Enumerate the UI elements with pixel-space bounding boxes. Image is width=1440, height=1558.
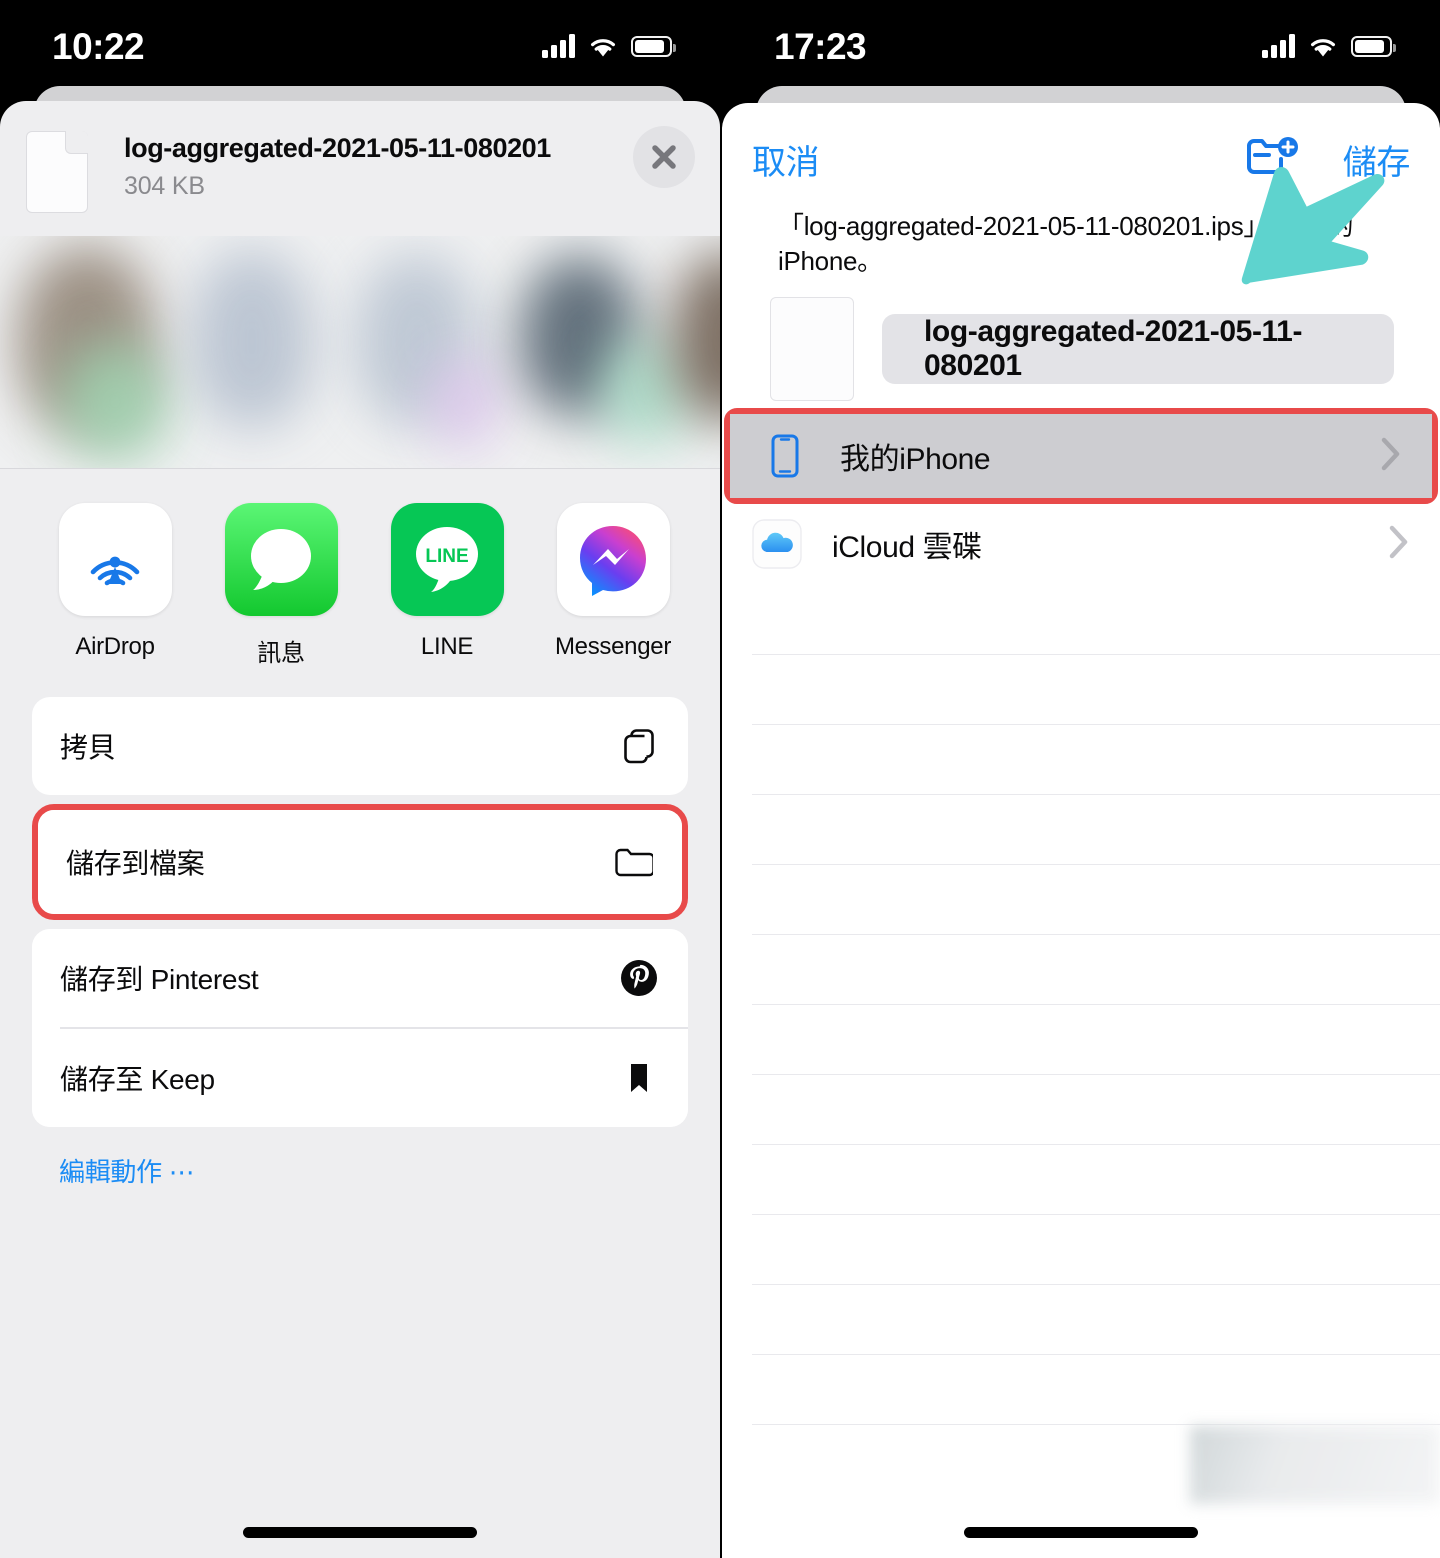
left-phone-panel: 10:22 log-aggregated-2021-05-11-080201 3…	[0, 0, 720, 1558]
share-targets-row: AirDrop 訊息 LINE LINE Messenger	[0, 469, 720, 674]
action-group-copy: 拷貝	[32, 697, 688, 795]
list-row-empty	[752, 654, 1440, 724]
share-target-label: Messenger	[554, 633, 672, 660]
battery-icon	[1351, 35, 1396, 57]
annotation-arrow-icon	[1241, 167, 1385, 285]
action-save-to-pinterest[interactable]: 儲存到 Pinterest	[32, 929, 688, 1027]
icloud-icon	[752, 519, 802, 569]
blurred-overlay-box	[1190, 1426, 1440, 1504]
share-sheet: log-aggregated-2021-05-11-080201 304 KB	[0, 101, 720, 1558]
shared-file-size: 304 KB	[124, 172, 205, 200]
action-label: 儲存到檔案	[66, 848, 205, 879]
list-row-empty	[752, 794, 1440, 864]
list-row-empty	[752, 1284, 1440, 1354]
share-target-label: LINE	[420, 633, 474, 660]
messenger-icon	[556, 503, 670, 616]
status-time: 17:23	[774, 25, 867, 67]
status-icons	[542, 30, 676, 58]
left-status-bar: 10:22	[0, 0, 720, 88]
list-row-empty	[752, 934, 1440, 1004]
file-thumbnail	[770, 297, 854, 402]
location-row-icloud-drive[interactable]: iCloud 雲碟	[722, 504, 1440, 585]
list-row-empty	[752, 864, 1440, 934]
status-time: 10:22	[52, 25, 145, 67]
messages-icon	[224, 503, 338, 616]
home-indicator	[243, 1527, 477, 1538]
share-target-messenger[interactable]: Messenger	[530, 503, 696, 661]
wifi-icon	[1308, 35, 1338, 58]
share-target-label: AirDrop	[75, 633, 155, 660]
list-row-empty	[752, 1354, 1440, 1424]
action-label: 拷貝	[60, 732, 116, 763]
action-label: 儲存到 Pinterest	[60, 964, 259, 995]
action-group-save-to-files: 儲存到檔案	[38, 810, 682, 914]
share-target-label: 訊息	[257, 640, 305, 667]
wifi-icon	[588, 35, 618, 58]
save-to-files-sheet: 取消 儲存 「log-aggregated-2021-05-11-080201.…	[722, 103, 1440, 1558]
share-sheet-header: log-aggregated-2021-05-11-080201 304 KB	[0, 101, 720, 236]
list-row-empty	[752, 1214, 1440, 1284]
iphone-icon	[760, 431, 810, 481]
location-label: iCloud 雲碟	[832, 531, 982, 565]
bookmark-icon	[618, 1057, 660, 1099]
pinterest-icon	[618, 957, 660, 999]
filename-row: log-aggregated-2021-05-11-080201	[722, 278, 1440, 402]
dual-phone-screenshot: 10:22 log-aggregated-2021-05-11-080201 3…	[0, 0, 1440, 1558]
document-icon	[26, 131, 88, 213]
svg-text:LINE: LINE	[425, 546, 468, 567]
status-icons	[1262, 30, 1396, 58]
airdrop-contacts-blurred-strip	[0, 236, 720, 469]
signal-bars-icon	[1262, 34, 1295, 58]
share-target-messages[interactable]: 訊息	[198, 503, 364, 668]
share-actions-list: 拷貝 儲存到檔案 儲存到 Pinterest 儲存至 Keep 編輯動作 ⋯	[0, 674, 720, 1189]
action-save-to-keep[interactable]: 儲存至 Keep	[32, 1028, 688, 1127]
list-row-empty	[752, 1074, 1440, 1144]
cancel-button[interactable]: 取消	[752, 135, 820, 184]
signal-bars-icon	[542, 34, 575, 58]
share-target-airdrop[interactable]: AirDrop	[32, 503, 198, 661]
highlight-box-my-iphone: 我的iPhone	[724, 408, 1438, 505]
shared-file-name: log-aggregated-2021-05-11-080201	[124, 133, 551, 163]
home-indicator	[964, 1527, 1198, 1538]
list-row-empty	[752, 724, 1440, 794]
action-label: 儲存至 Keep	[60, 1063, 215, 1095]
list-row-empty	[752, 1004, 1440, 1074]
edit-actions-link[interactable]: 編輯動作 ⋯	[59, 1152, 688, 1189]
share-target-line[interactable]: LINE LINE	[364, 503, 530, 661]
copy-icon	[618, 725, 660, 767]
shared-file-row: log-aggregated-2021-05-11-080201 304 KB	[26, 127, 720, 213]
folder-icon	[612, 841, 654, 883]
airdrop-icon	[58, 503, 172, 616]
line-icon: LINE	[390, 503, 504, 616]
share-target-pinterest[interactable]: Pi	[696, 503, 720, 661]
action-save-to-files[interactable]: 儲存到檔案	[38, 810, 682, 914]
action-copy[interactable]: 拷貝	[32, 697, 688, 795]
location-list: 我的iPhone iCloud 雲碟	[722, 408, 1440, 1494]
right-status-bar: 17:23	[722, 0, 1440, 88]
empty-list-rows	[752, 584, 1440, 1494]
battery-icon	[631, 35, 676, 57]
action-group-others: 儲存到 Pinterest 儲存至 Keep	[32, 929, 688, 1127]
close-icon[interactable]	[633, 126, 695, 188]
location-label: 我的iPhone	[840, 443, 991, 477]
chevron-right-icon	[1380, 436, 1402, 477]
filename-input[interactable]: log-aggregated-2021-05-11-080201	[882, 314, 1394, 385]
highlight-box-save-to-files: 儲存到檔案	[32, 804, 688, 920]
list-row-empty	[752, 584, 1440, 654]
chevron-right-icon	[1388, 524, 1410, 565]
location-row-my-iphone[interactable]: 我的iPhone	[730, 414, 1432, 499]
list-row-empty	[752, 1144, 1440, 1214]
